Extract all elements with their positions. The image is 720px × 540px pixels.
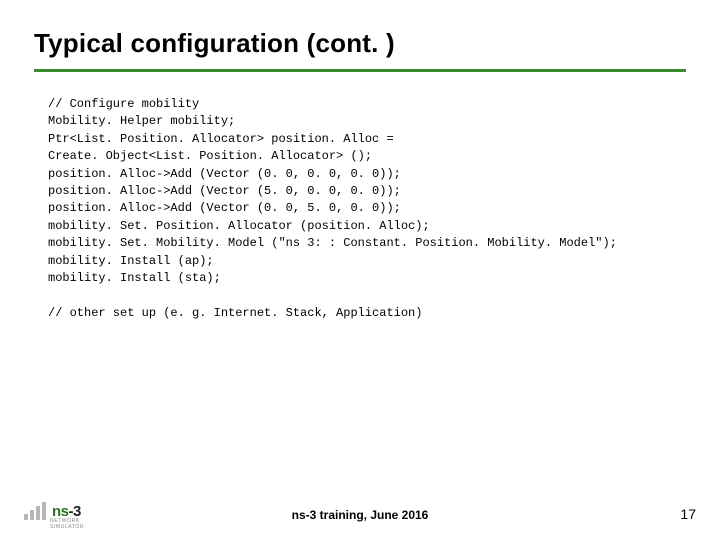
footer-caption: ns-3 training, June 2016	[0, 508, 720, 522]
code-line: Create. Object<List. Position. Allocator…	[48, 149, 372, 163]
page-number: 17	[680, 506, 696, 522]
code-line: Ptr<List. Position. Allocator> position.…	[48, 132, 394, 146]
code-line: Mobility. Helper mobility;	[48, 114, 235, 128]
slide-footer: ns-3 NETWORK SIMULATOR ns-3 training, Ju…	[0, 498, 720, 522]
code-line: // other set up (e. g. Internet. Stack, …	[48, 306, 422, 320]
code-block: // Configure mobility Mobility. Helper m…	[48, 96, 686, 322]
code-line: mobility. Install (sta);	[48, 271, 221, 285]
code-line: // Configure mobility	[48, 97, 199, 111]
slide: Typical configuration (cont. ) // Config…	[0, 0, 720, 540]
code-line: mobility. Install (ap);	[48, 254, 214, 268]
code-line: position. Alloc->Add (Vector (0. 0, 0. 0…	[48, 167, 401, 181]
code-line: position. Alloc->Add (Vector (5. 0, 0. 0…	[48, 184, 401, 198]
slide-title: Typical configuration (cont. )	[34, 28, 686, 59]
code-line: position. Alloc->Add (Vector (0. 0, 5. 0…	[48, 201, 401, 215]
code-line: mobility. Set. Position. Allocator (posi…	[48, 219, 430, 233]
code-line: mobility. Set. Mobility. Model ("ns 3: :…	[48, 236, 617, 250]
title-underline	[34, 69, 686, 72]
